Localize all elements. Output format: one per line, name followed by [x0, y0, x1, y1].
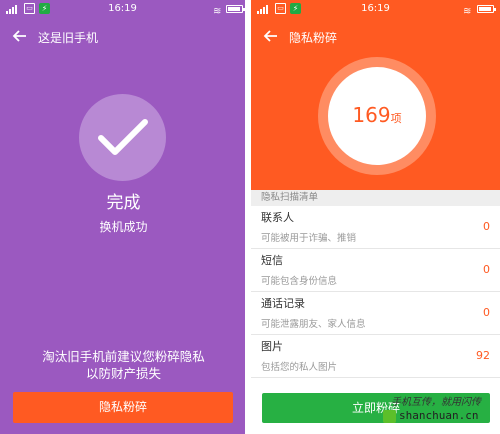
- status-time: 16:19: [108, 3, 137, 14]
- privacy-shred-screen: ▭ ⚡ 16:19 ≋ 隐私粉碎 169项 隐私扫描清单 联系人 可能被用于诈骗…: [251, 0, 500, 434]
- header-panel: ▭ ⚡ 16:19 ≋ 隐私粉碎 169项: [251, 0, 500, 190]
- old-phone-screen: ▭ ⚡ 16:19 ≋ 这是旧手机 完成 换机成功 淘汰旧手机前建议您粉碎隐私 …: [0, 0, 247, 434]
- count-value: 169: [352, 103, 391, 127]
- item-desc: 包括您的私人图片: [261, 362, 338, 373]
- usb-icon: ▭: [24, 3, 35, 14]
- item-name: 通话记录: [261, 297, 305, 310]
- usb-icon: ▭: [275, 3, 286, 14]
- success-circle: [79, 94, 166, 181]
- battery-icon: [226, 5, 245, 13]
- charging-icon: ⚡: [39, 3, 50, 14]
- status-time: 16:19: [361, 3, 390, 14]
- item-count: 0: [483, 263, 490, 276]
- item-name: 图片: [261, 340, 283, 353]
- switch-success-text: 换机成功: [99, 220, 148, 234]
- done-heading: 完成: [106, 193, 141, 213]
- checkmark-icon: [98, 119, 148, 155]
- shanchuan-logo-icon: [383, 410, 396, 423]
- list-item-photos[interactable]: 图片 包括您的私人图片 92: [251, 335, 500, 378]
- signal-icon: [257, 5, 273, 14]
- battery-icon: [477, 5, 496, 13]
- page-title: 隐私粉碎: [289, 31, 338, 45]
- item-count: 0: [483, 306, 490, 319]
- item-count: 92: [476, 349, 490, 362]
- item-desc: 可能泄露朋友、家人信息: [261, 319, 366, 330]
- count-ring: 169项: [318, 57, 436, 175]
- count-ring-inner: 169项: [328, 67, 426, 165]
- list-item-call-log[interactable]: 通话记录 可能泄露朋友、家人信息 0: [251, 292, 500, 335]
- title-bar: 这是旧手机: [0, 18, 245, 58]
- back-arrow-icon[interactable]: [263, 28, 279, 44]
- item-desc: 可能包含身份信息: [261, 276, 338, 287]
- watermark: 手机互传，就用闪传 shanchuan.cn: [383, 392, 498, 432]
- suggestion-line-1: 淘汰旧手机前建议您粉碎隐私: [42, 349, 205, 364]
- back-arrow-icon[interactable]: [12, 28, 28, 44]
- item-name: 短信: [261, 254, 283, 267]
- item-name: 联系人: [261, 211, 294, 224]
- count-unit: 项: [390, 112, 402, 125]
- scan-list-heading: 隐私扫描清单: [251, 190, 500, 206]
- item-count: 0: [483, 220, 490, 233]
- list-item-contacts[interactable]: 联系人 可能被用于诈骗、推销 0: [251, 206, 500, 249]
- suggestion-text: 淘汰旧手机前建议您粉碎隐私 以防财产损失: [0, 348, 245, 382]
- list-item-sms[interactable]: 短信 可能包含身份信息 0: [251, 249, 500, 292]
- suggestion-line-2: 以防财产损失: [85, 366, 161, 381]
- watermark-slogan: 手机互传，就用闪传: [391, 397, 481, 408]
- watermark-url: shanchuan.cn: [399, 409, 479, 422]
- privacy-count: 169项: [328, 103, 426, 127]
- item-desc: 可能被用于诈骗、推销: [261, 233, 357, 244]
- status-bar: ▭ ⚡ 16:19 ≋: [251, 0, 500, 18]
- screenshot-stage: ▭ ⚡ 16:19 ≋ 这是旧手机 完成 换机成功 淘汰旧手机前建议您粉碎隐私 …: [0, 0, 500, 434]
- signal-icon: [6, 5, 22, 14]
- wifi-icon: ≋: [463, 6, 472, 17]
- charging-icon: ⚡: [290, 3, 301, 14]
- page-title: 这是旧手机: [38, 31, 99, 45]
- privacy-shred-button[interactable]: 隐私粉碎: [13, 392, 233, 423]
- status-bar: ▭ ⚡ 16:19 ≋: [0, 0, 245, 18]
